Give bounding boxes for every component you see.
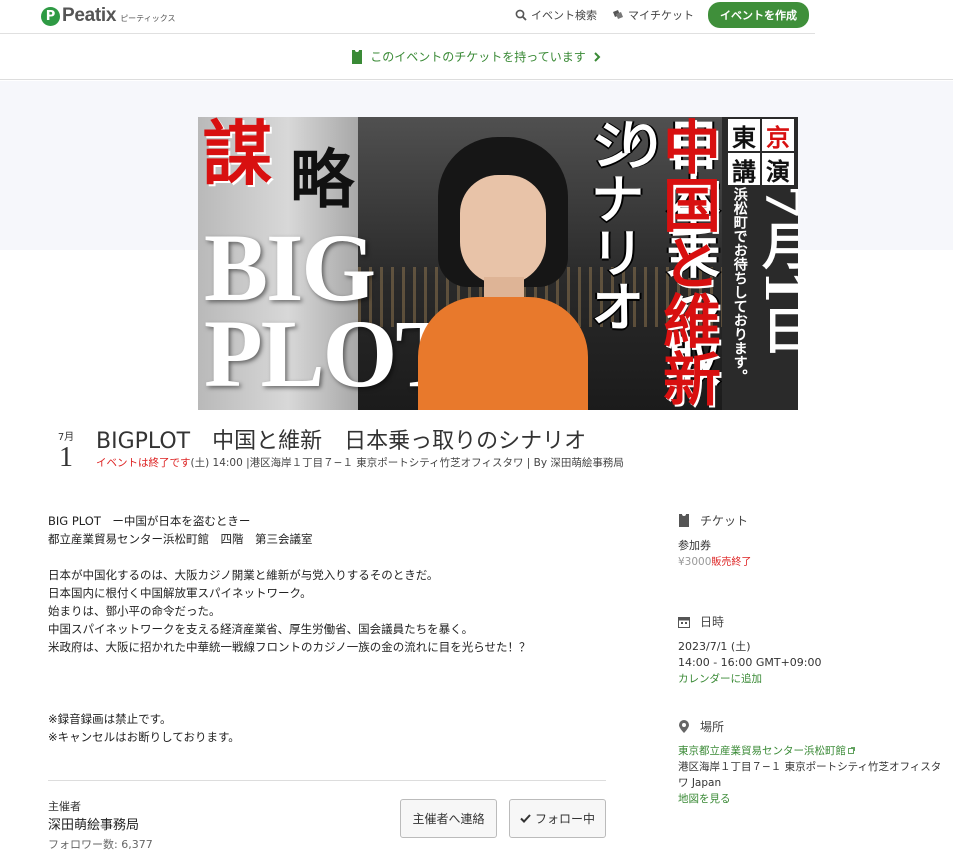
contact-organizer-button[interactable]: 主催者へ連絡 [400, 799, 497, 838]
event-month: 7月 [57, 432, 75, 443]
description-line [48, 674, 628, 692]
ticket-sold-out: 販売終了 [711, 557, 752, 568]
search-icon [515, 9, 527, 21]
sidebar-date-section: 日時 2023/7/1 (土) 14:00 - 16:00 GMT+09:00 … [678, 613, 953, 687]
header-nav: イベント検索 マイチケット イベントを作成 [515, 2, 809, 28]
event-day: 1 [59, 442, 73, 473]
checkmark-icon [520, 814, 531, 823]
cover-place-vertical: 浜松町でお待ちしております。 [731, 187, 748, 383]
logo-text: Peatix [62, 5, 117, 26]
ticket-price: ¥3000 [678, 556, 712, 568]
sidebar-place-section: 場所 東京都立産業貿易センター浜松町館 港区海岸１丁目７−１ 東京ポートシティ竹… [678, 718, 953, 807]
chevron-right-icon [593, 51, 601, 62]
follow-button-label: フォロー中 [534, 812, 595, 826]
peatix-logo[interactable]: P Peatix ピーティックス [41, 5, 175, 27]
ticket-icon [352, 49, 363, 64]
cover-tokyo-lecture-badge: 東 京 講 演 [728, 119, 794, 186]
place-heading-text: 場所 [700, 720, 725, 734]
venue-link-text: 東京都立産業貿易センター浜松町館 [678, 745, 846, 757]
event-cover-image: 謀 略 BIG PLOT シナリオ 日本乗っ取り 中国と維新 東 京 講 演 浜松… [198, 117, 798, 410]
follow-button[interactable]: フォロー中 [509, 799, 606, 838]
cover-portrait [418, 137, 588, 410]
event-date-line: 2023/7/1 (土) [678, 640, 751, 653]
event-time-line: 14:00 - 16:00 GMT+09:00 [678, 656, 822, 669]
event-meta: イベントは終了です(土) 14:00 |港区海岸１丁目７−１ 東京ポートシティ竹… [96, 455, 624, 470]
tickets-icon [613, 10, 623, 19]
badge-char: 京 [762, 119, 794, 152]
ticket-icon [678, 514, 690, 527]
description-line: 都立産業貿易センター浜松町館 四階 第三会議室 [48, 532, 313, 546]
sidebar-ticket-section: チケット 参加券 ¥3000販売終了 [678, 512, 953, 571]
event-title: BIGPLOT 中国と維新 日本乗っ取りのシナリオ [96, 429, 587, 454]
ticket-owned-text: このイベントのチケットを持っています [370, 50, 586, 64]
ticket-heading-text: チケット [700, 514, 749, 528]
date-heading-text: 日時 [700, 615, 725, 629]
peatix-logo-mark-icon: P [41, 6, 60, 26]
create-event-button[interactable]: イベントを作成 [708, 2, 809, 28]
ticket-owned-banner[interactable]: このイベントのチケットを持っています [0, 34, 953, 80]
ticket-price-row: ¥3000販売終了 [678, 554, 953, 571]
event-description: BIG PLOT ー中国が日本を盗むときー 都立産業貿易センター浜松町館 四階 … [48, 512, 628, 746]
description-line [48, 548, 628, 566]
venue-link[interactable]: 東京都立産業貿易センター浜松町館 [678, 743, 953, 759]
external-link-icon [848, 747, 855, 754]
nav-my-tickets-label: マイチケット [628, 9, 694, 22]
cover-kanji-red: 謀 [202, 117, 272, 195]
top-header: P Peatix ピーティックス イベント検索 マイチケット イベントを作成 [0, 0, 815, 34]
view-map-link[interactable]: 地図を見る [678, 791, 953, 807]
organizer-name[interactable]: 深田萌絵事務局 [48, 814, 139, 833]
date-section-heading: 日時 [678, 613, 953, 630]
badge-char: 講 [728, 153, 760, 186]
nav-my-tickets[interactable]: マイチケット [611, 7, 694, 23]
logo-subtitle: ピーティックス [120, 14, 176, 23]
contact-organizer-label: 主催者へ連絡 [412, 812, 485, 826]
description-line: 日本国内に根付く中国解放軍スパイネットワーク。 [48, 586, 312, 600]
portrait-face [460, 175, 546, 285]
event-date-badge: 7月 1 [52, 428, 80, 472]
description-line: 米政府は、大阪に招かれた中華統一戦線フロントのカジノ一族の金の流れに目を光らせた… [48, 640, 531, 654]
portrait-torso [418, 297, 588, 410]
nav-event-search-label: イベント検索 [531, 9, 597, 22]
organizer-divider [48, 780, 606, 781]
description-line: BIG PLOT ー中国が日本を盗むときー [48, 514, 251, 528]
event-ended-label: イベントは終了です [96, 457, 191, 469]
map-pin-icon [678, 720, 690, 733]
description-line [48, 692, 628, 710]
cover-vertical-china-ishin: 中国と維新 [653, 117, 721, 407]
ticket-name: 参加券 [678, 539, 711, 552]
organizer-followers: フォロワー数: 6,377 [48, 838, 153, 851]
organizer-label: 主催者 [48, 800, 81, 813]
description-line: ※キャンセルはお断りしております。 [48, 730, 240, 744]
cover-kanji-black: 略 [290, 143, 354, 218]
description-line [48, 656, 628, 674]
description-line: 始まりは、鄧小平の命令だった。 [48, 604, 221, 618]
add-to-calendar-link[interactable]: カレンダーに追加 [678, 671, 953, 687]
place-section-heading: 場所 [678, 718, 953, 735]
calendar-icon [678, 616, 690, 628]
event-meta-text: (土) 14:00 |港区海岸１丁目７−１ 東京ポートシティ竹芝オフィスタワ |… [190, 457, 624, 469]
ticket-section-heading: チケット [678, 512, 953, 529]
badge-char: 東 [728, 119, 760, 152]
description-line: 日本が中国化するのは、大阪カジノ開業と維新が与党入りするそのときだ。 [48, 568, 439, 582]
description-line: 中国スパイネットワークを支える経済産業省、厚生労働省、国会議員たちを暴く。 [48, 622, 474, 636]
venue-address: 港区海岸１丁目７−１ 東京ポートシティ竹芝オフィスタワ Japan [678, 761, 942, 789]
nav-event-search[interactable]: イベント検索 [515, 7, 597, 23]
description-line: ※録音録画は禁止です。 [48, 712, 172, 726]
badge-char: 演 [762, 153, 794, 186]
cover-date-vertical: 7月1日 [754, 185, 798, 355]
